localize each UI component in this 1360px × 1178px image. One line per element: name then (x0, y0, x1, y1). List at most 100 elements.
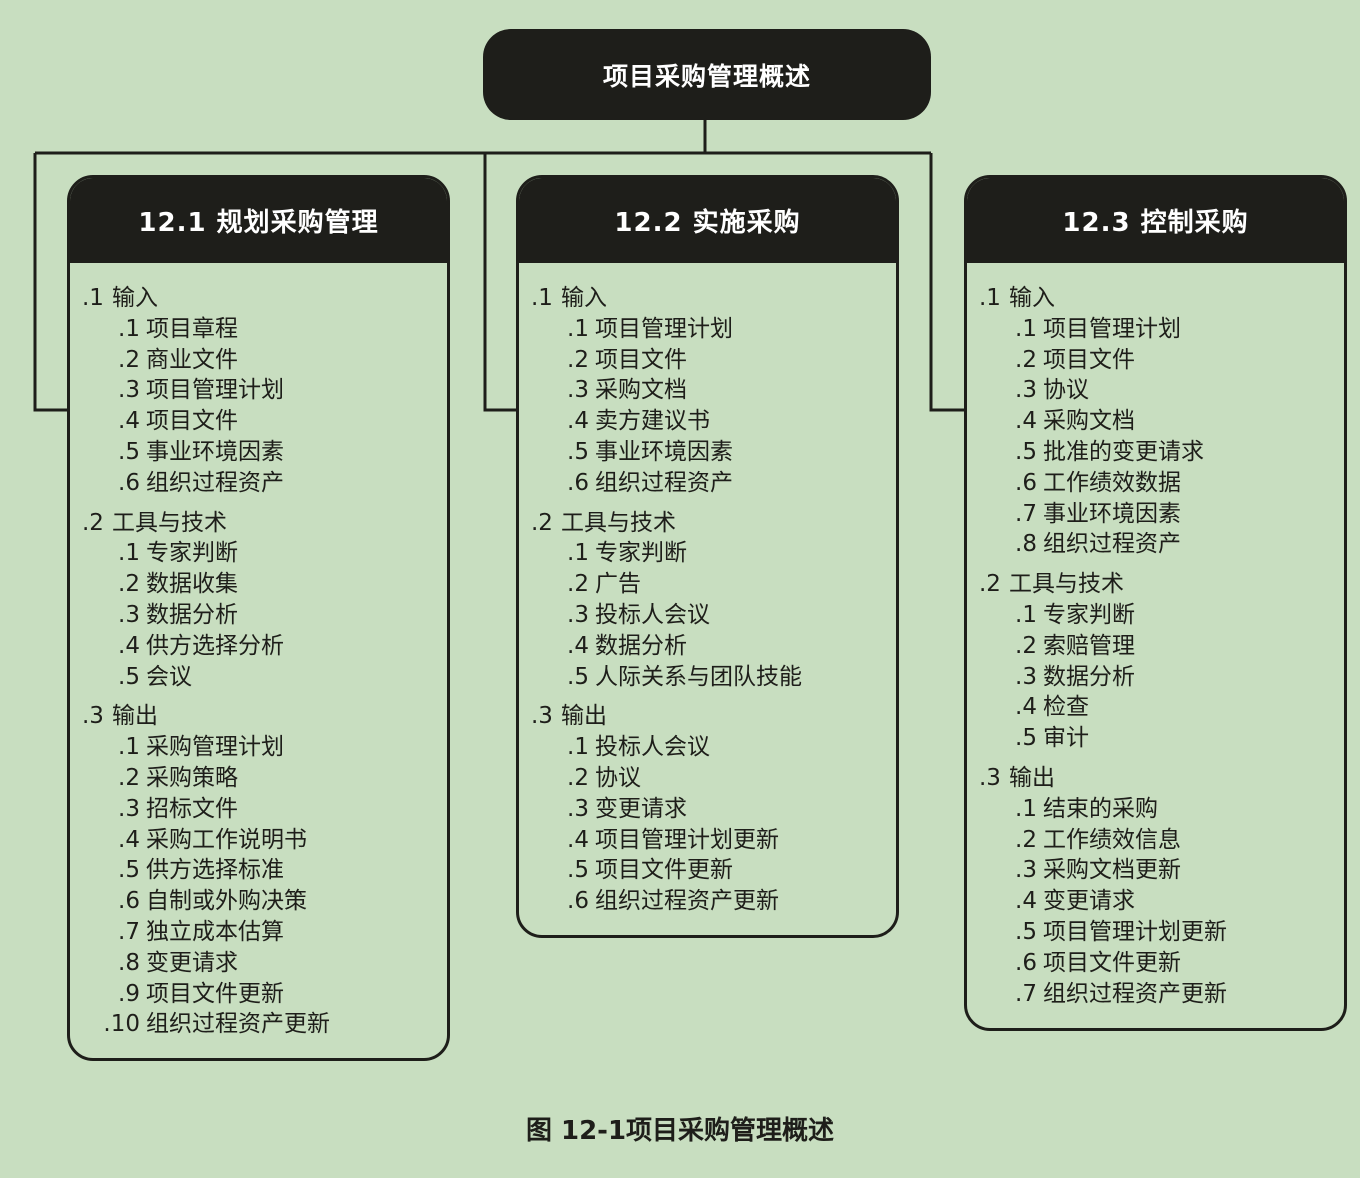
list-item: .5 批准的变更请求 (967, 437, 1344, 468)
item-number: .5 (1015, 918, 1037, 945)
item-label: 项目文件 (1043, 346, 1135, 373)
item-number: .6 (1015, 469, 1037, 496)
item-number: .1 (567, 734, 589, 761)
item-number: .7 (118, 918, 140, 945)
item-label: 项目管理计划更新 (595, 826, 779, 853)
item-number: .4 (118, 632, 140, 659)
item-number: .5 (567, 857, 589, 884)
group-number: .3 (531, 703, 553, 730)
list-item: .3 招标文件 (70, 794, 447, 825)
item-label: 组织过程资产 (595, 469, 733, 496)
process-header: 12.2 实施采购 (519, 178, 896, 263)
group-number: .2 (82, 509, 104, 536)
item-label: 项目文件更新 (595, 857, 733, 884)
item-number: .1 (567, 540, 589, 567)
item-number: .2 (567, 346, 589, 373)
list-item: .2 广告 (519, 569, 896, 600)
list-item: .1 专家判断 (70, 538, 447, 569)
group-label: 输出 (112, 703, 158, 730)
list-item: .4 数据分析 (519, 631, 896, 662)
list-item: .4 采购文档 (967, 406, 1344, 437)
list-item: .4 检查 (967, 692, 1344, 723)
item-label: 工作绩效信息 (1043, 826, 1181, 853)
item-label: 数据分析 (595, 632, 687, 659)
item-number: .3 (1015, 857, 1037, 884)
item-number: .10 (103, 1011, 140, 1038)
list-item: .1 项目章程 (70, 314, 447, 345)
process-group: .3 输出 .1 采购管理计划 .2 采购策略 .3 招标文件 .4 采购工作说明书 .5 供方选择标… (70, 701, 447, 1040)
list-item: .2 商业文件 (70, 345, 447, 376)
item-label: 专家判断 (1043, 601, 1135, 628)
list-item: .4 项目管理计划更新 (519, 825, 896, 856)
item-label: 项目管理计划 (595, 315, 733, 342)
item-number: .8 (1015, 531, 1037, 558)
list-item: .1 项目管理计划 (967, 314, 1344, 345)
group-label: 工具与技术 (112, 509, 227, 536)
overview-title: 项目采购管理概述 (602, 61, 811, 91)
item-number: .5 (1015, 438, 1037, 465)
process-title: 12.1 规划采购管理 (138, 208, 379, 238)
item-number: .3 (118, 601, 140, 628)
list-item: .5 供方选择标准 (70, 855, 447, 886)
list-item: .5 项目文件更新 (519, 855, 896, 886)
item-number: .6 (118, 888, 140, 915)
group-heading: .1 输入 (519, 283, 896, 314)
process-group: .1 输入 .1 项目章程 .2 商业文件 .3 项目管理计划 .4 项目文件 .5 事业环境因素 .6… (70, 283, 447, 499)
list-item: .2 协议 (519, 763, 896, 794)
item-number: .2 (1015, 826, 1037, 853)
list-item: .1 采购管理计划 (70, 732, 447, 763)
item-number: .6 (567, 469, 589, 496)
item-label: 项目文件 (146, 408, 238, 435)
group-label: 工具与技术 (561, 509, 676, 536)
item-number: .4 (1015, 888, 1037, 915)
item-label: 项目章程 (146, 315, 238, 342)
list-item: .2 数据收集 (70, 569, 447, 600)
list-item: .6 自制或外购决策 (70, 886, 447, 917)
group-heading: .2 工具与技术 (519, 508, 896, 539)
process-group: .2 工具与技术 .1 专家判断 .2 广告 .3 投标人会议 .4 数据分析 .5 人际关系与团队技… (519, 508, 896, 693)
group-label: 输入 (1009, 285, 1055, 311)
list-item: .6 组织过程资产 (70, 468, 447, 499)
item-label: 采购工作说明书 (146, 826, 307, 853)
item-number: .6 (118, 469, 140, 496)
item-label: 专家判断 (595, 540, 687, 567)
list-item: .8 组织过程资产 (967, 529, 1344, 560)
process-body: .1 输入 .1 项目章程 .2 商业文件 .3 项目管理计划 .4 项目文件 .5 事业环境因素 .6… (70, 263, 447, 1040)
item-number: .2 (118, 764, 140, 791)
list-item: .4 供方选择分析 (70, 631, 447, 662)
list-item: .6 组织过程资产 (519, 468, 896, 499)
item-number: .2 (567, 764, 589, 791)
list-item: .4 变更请求 (967, 886, 1344, 917)
list-item: .5 会议 (70, 662, 447, 693)
item-number: .3 (1015, 377, 1037, 404)
list-item: .7 事业环境因素 (967, 499, 1344, 530)
list-item: .1 结束的采购 (967, 794, 1344, 825)
item-label: 组织过程资产更新 (146, 1011, 330, 1038)
group-number: .1 (82, 285, 104, 311)
connector-to-process-3 (929, 153, 966, 412)
item-label: 组织过程资产更新 (1043, 980, 1227, 1007)
item-label: 项目管理计划 (146, 377, 284, 404)
item-number: .3 (118, 795, 140, 822)
group-label: 输出 (561, 703, 607, 730)
item-number: .1 (1015, 315, 1037, 342)
item-label: 数据分析 (1043, 663, 1135, 690)
item-number: .8 (118, 949, 140, 976)
connector-to-process-1 (33, 153, 69, 412)
item-label: 采购文档更新 (1043, 857, 1181, 884)
item-label: 数据分析 (146, 601, 238, 628)
item-number: .4 (1015, 694, 1037, 721)
item-label: 工作绩效数据 (1043, 469, 1181, 496)
item-label: 项目管理计划 (1043, 315, 1181, 342)
list-item: .2 工作绩效信息 (967, 825, 1344, 856)
item-label: 变更请求 (595, 795, 687, 822)
item-number: .4 (118, 826, 140, 853)
group-number: .2 (531, 509, 553, 536)
item-number: .1 (1015, 601, 1037, 628)
list-item: .1 投标人会议 (519, 732, 896, 763)
item-label: 采购文档 (1043, 408, 1135, 435)
item-label: 卖方建议书 (595, 408, 710, 435)
item-number: .3 (567, 601, 589, 628)
item-number: .4 (1015, 408, 1037, 435)
item-label: 采购管理计划 (146, 734, 284, 761)
